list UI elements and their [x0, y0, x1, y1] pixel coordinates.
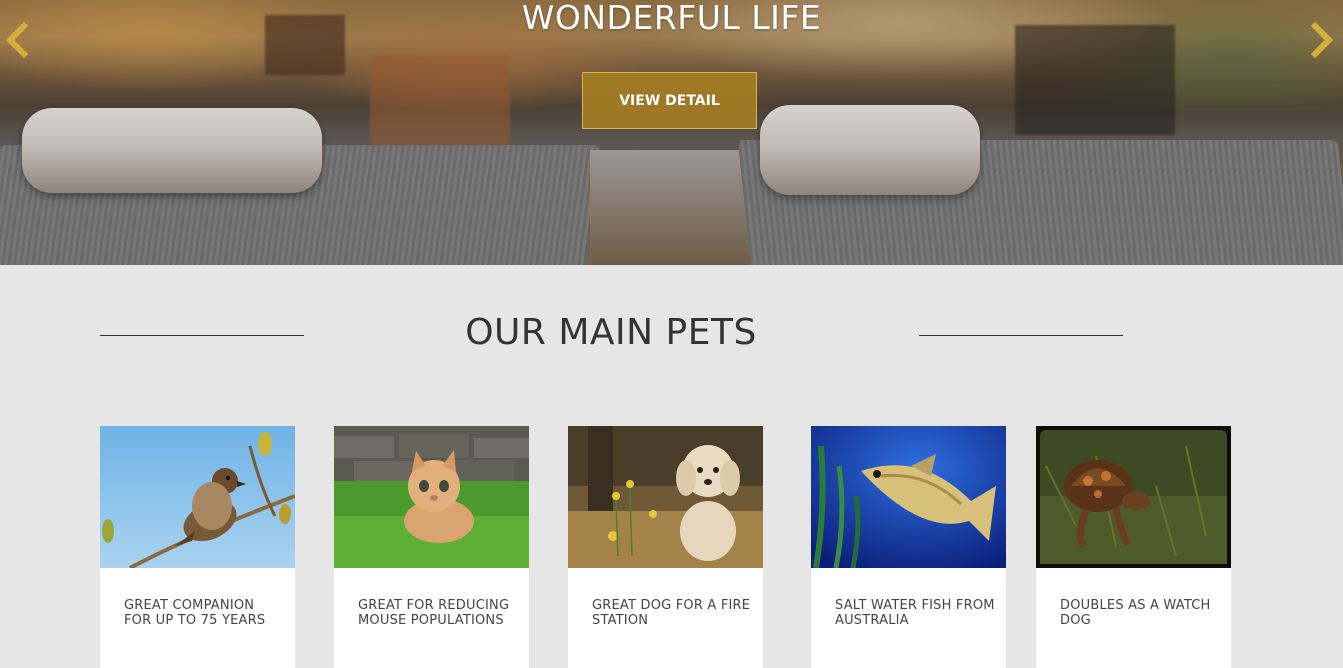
puppy-photo	[568, 426, 763, 568]
turtle-photo	[1036, 426, 1231, 568]
towel	[22, 108, 322, 193]
slider-prev-button[interactable]	[4, 22, 30, 58]
kitten-photo	[334, 426, 529, 568]
sparrow-photo	[100, 426, 295, 568]
pet-card-caption: GREAT COMPANION FOR UP TO 75 YEARS	[124, 598, 266, 628]
pet-card-turtle[interactable]: DOUBLES AS A WATCH DOG	[1036, 426, 1231, 668]
section-title: OUR MAIN PETS	[465, 312, 757, 353]
slider-next-button[interactable]	[1309, 22, 1335, 58]
pet-card-caption: GREAT DOG FOR A FIRE STATION	[592, 598, 751, 628]
view-detail-button[interactable]: VIEW DETAIL	[582, 72, 757, 129]
pet-card-caption: GREAT FOR REDUCING MOUSE POPULATIONS	[358, 598, 510, 628]
pathway	[590, 150, 750, 265]
background-building	[1015, 25, 1175, 135]
chevron-left-icon	[5, 22, 29, 58]
pet-card-caption: SALT WATER FISH FROM AUSTRALIA	[835, 598, 995, 628]
background-building	[370, 55, 510, 145]
pet-card-fish[interactable]: SALT WATER FISH FROM AUSTRALIA	[811, 426, 1006, 668]
hero-slider: WONDERFUL LIFE VIEW DETAIL	[0, 0, 1343, 265]
pet-card-kitten[interactable]: GREAT FOR REDUCING MOUSE POPULATIONS	[334, 426, 529, 668]
pet-card-sparrow[interactable]: GREAT COMPANION FOR UP TO 75 YEARS	[100, 426, 295, 668]
pet-card-puppy[interactable]: GREAT DOG FOR A FIRE STATION	[568, 426, 763, 668]
towel	[760, 105, 980, 195]
heading-divider-right	[919, 335, 1123, 336]
chevron-right-icon	[1310, 22, 1334, 58]
pet-card-caption: DOUBLES AS A WATCH DOG	[1060, 598, 1211, 628]
fish-photo	[811, 426, 1006, 568]
hero-title: WONDERFUL LIFE	[521, 0, 822, 37]
